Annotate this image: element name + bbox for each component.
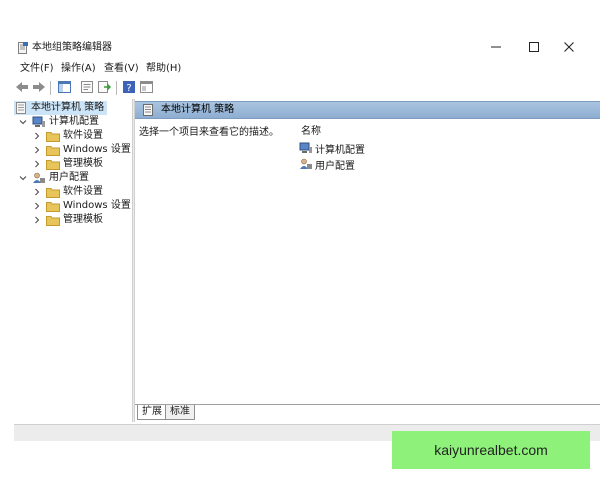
folder-icon — [46, 130, 60, 142]
tree-item-computer-software-settings[interactable]: 软件设置 — [32, 129, 103, 143]
title-bar[interactable]: 本地组策略编辑器 — [0, 36, 600, 60]
computer-icon — [32, 116, 46, 128]
forward-button[interactable] — [31, 80, 47, 96]
policy-document-icon — [14, 102, 28, 114]
tab-standard[interactable]: 标准 — [165, 405, 195, 420]
minimize-icon — [491, 42, 501, 55]
forward-arrow-icon — [32, 81, 46, 96]
description-text: 选择一个项目来查看它的描述。 — [139, 127, 279, 138]
toolbar: ? — [0, 79, 600, 97]
chevron-down-icon[interactable] — [18, 173, 28, 183]
back-arrow-icon — [15, 81, 29, 96]
menu-view[interactable]: 查看(V) — [104, 63, 139, 75]
help-button[interactable]: ? — [121, 80, 137, 96]
tree-item-label: 管理模板 — [63, 214, 103, 225]
user-icon — [299, 158, 313, 170]
help-icon: ? — [123, 80, 135, 96]
tree-item-label: Windows 设置 — [63, 144, 131, 155]
tree-item-computer-windows-settings[interactable]: Windows 设置 — [32, 143, 131, 157]
tree-item-label: 管理模板 — [63, 158, 103, 169]
extended-view-icon — [139, 80, 153, 96]
tree-item-user-admin-templates[interactable]: 管理模板 — [32, 213, 103, 227]
extended-view-button[interactable] — [138, 80, 154, 96]
maximize-button[interactable] — [520, 38, 548, 58]
tab-extended[interactable]: 扩展 — [137, 405, 167, 420]
folder-icon — [46, 144, 60, 156]
show-hide-tree-button[interactable] — [56, 80, 72, 96]
window-title: 本地组策略编辑器 — [32, 42, 112, 53]
chevron-right-icon[interactable] — [32, 131, 42, 141]
minimize-button[interactable] — [482, 38, 510, 58]
tree-item-user-software-settings[interactable]: 软件设置 — [32, 185, 103, 199]
folder-icon — [46, 158, 60, 170]
properties-icon — [81, 80, 93, 96]
chevron-right-icon[interactable] — [32, 145, 42, 155]
tree-item-label: Windows 设置 — [63, 200, 131, 211]
close-button[interactable] — [555, 38, 583, 58]
tree-item-user-windows-settings[interactable]: Windows 设置 — [32, 199, 131, 213]
tree-item-user-config[interactable]: 用户配置 — [18, 171, 89, 185]
tree-item-label: 本地计算机 策略 — [31, 102, 105, 113]
chevron-right-icon[interactable] — [32, 187, 42, 197]
view-tab-bar: 扩展 标准 — [135, 404, 600, 423]
chevron-right-icon[interactable] — [32, 201, 42, 211]
pane-header-title: 本地计算机 策略 — [161, 104, 235, 115]
chevron-down-icon[interactable] — [18, 117, 28, 127]
folder-icon — [46, 200, 60, 212]
close-icon — [564, 41, 574, 55]
menu-help[interactable]: 帮助(H) — [146, 63, 181, 75]
tree-item-computer-admin-templates[interactable]: 管理模板 — [32, 157, 103, 171]
svg-text:?: ? — [126, 83, 131, 93]
policy-editor-icon — [18, 42, 28, 54]
tree-item-computer-config[interactable]: 计算机配置 — [18, 115, 99, 129]
tree-item-local-computer-policy[interactable]: 本地计算机 策略 — [14, 101, 108, 115]
toolbar-separator — [50, 81, 51, 95]
list-item-computer-config[interactable]: 计算机配置 — [299, 141, 365, 156]
folder-icon — [46, 214, 60, 226]
list-item-user-config[interactable]: 用户配置 — [299, 157, 355, 172]
user-icon — [32, 172, 46, 184]
menu-file[interactable]: 文件(F) — [20, 63, 54, 75]
list-item-label: 计算机配置 — [315, 144, 365, 156]
menu-bar: 文件(F) 操作(A) 查看(V) 帮助(H) — [0, 60, 600, 78]
maximize-icon — [529, 41, 539, 55]
tree-item-label: 用户配置 — [49, 172, 89, 183]
pane-header: 本地计算机 策略 — [135, 101, 600, 119]
chevron-right-icon[interactable] — [32, 159, 42, 169]
menu-action[interactable]: 操作(A) — [61, 63, 96, 75]
navigation-tree: 本地计算机 策略 计算机配置 软件设置 Windows 设置 管理模板 用户配置… — [14, 99, 133, 422]
properties-button[interactable] — [79, 80, 95, 96]
toolbar-separator — [116, 81, 117, 95]
list-item-label: 用户配置 — [315, 160, 355, 172]
show-hide-tree-icon — [57, 80, 71, 96]
chevron-right-icon[interactable] — [32, 215, 42, 225]
tree-item-label: 软件设置 — [63, 186, 103, 197]
watermark-banner: kaiyunrealbet.com — [392, 431, 590, 469]
column-header-name[interactable]: 名称 — [301, 126, 321, 138]
computer-icon — [299, 142, 313, 154]
folder-icon — [46, 186, 60, 198]
export-list-icon — [97, 80, 111, 96]
policy-document-icon — [143, 104, 154, 116]
details-pane: 本地计算机 策略 选择一个项目来查看它的描述。 名称 计算机配置 用户配置 扩展… — [135, 99, 600, 422]
tree-item-label: 软件设置 — [63, 130, 103, 141]
back-button[interactable] — [14, 80, 30, 96]
export-list-button[interactable] — [96, 80, 112, 96]
tree-item-label: 计算机配置 — [49, 116, 99, 127]
